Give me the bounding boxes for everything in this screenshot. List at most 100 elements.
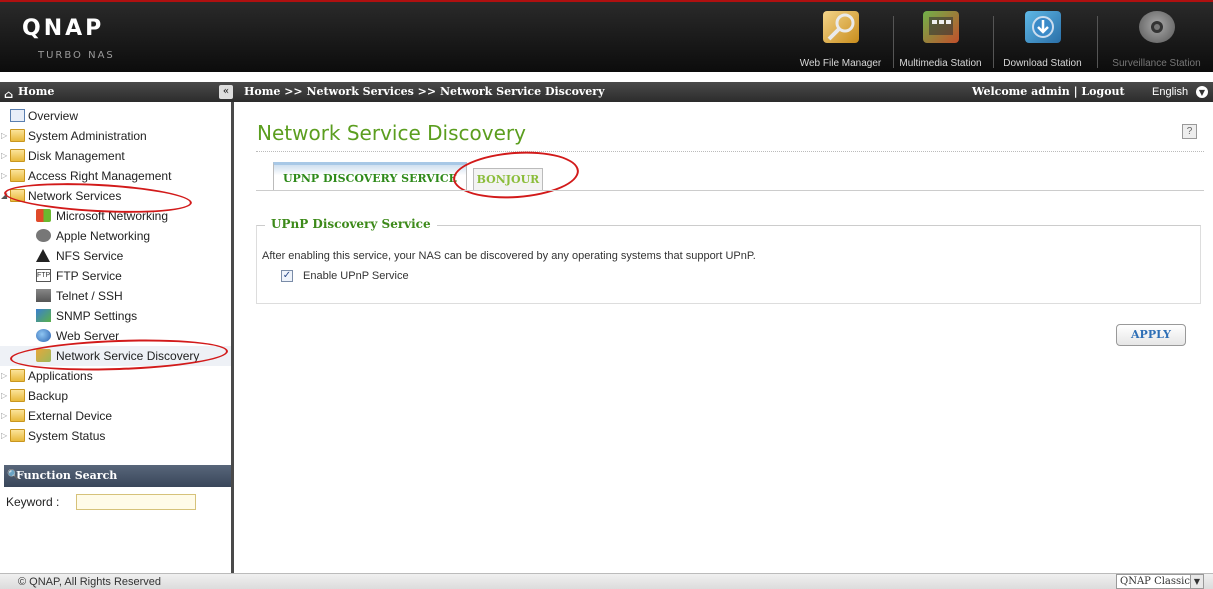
collapse-icon[interactable]: ◢ <box>1 186 9 206</box>
multimedia-station-icon <box>922 11 959 43</box>
navigation-bar: ⌂ Home « Home >> Network Services >> Net… <box>0 82 1213 102</box>
tab-upnp-discovery-service[interactable]: UPNP DISCOVERY SERVICE <box>273 162 467 191</box>
sidebar-item-label: Access Right Management <box>28 169 172 183</box>
sidebar-item-nfs-service[interactable]: NFS Service <box>0 246 231 266</box>
upnp-settings-panel: UPnP Discovery Service After enabling th… <box>256 217 1201 304</box>
sidebar-item-applications[interactable]: ▷ Applications <box>0 366 231 386</box>
footer: © QNAP, All Rights Reserved QNAP Classic… <box>0 573 1213 589</box>
collapse-sidebar-button[interactable]: « <box>219 85 233 99</box>
section-title: UPnP Discovery Service <box>265 217 437 231</box>
sidebar-item-label: Microsoft Networking <box>56 209 169 223</box>
tab-bonjour[interactable]: BONJOUR <box>473 168 543 191</box>
sidebar-item-microsoft-networking[interactable]: Microsoft Networking <box>0 206 231 226</box>
divider <box>1097 16 1098 68</box>
home-label: Home <box>18 85 55 98</box>
overview-icon <box>10 109 25 122</box>
sidebar-item-label: Network Service Discovery <box>56 349 200 363</box>
sidebar-item-network-service-discovery[interactable]: Network Service Discovery <box>0 346 231 366</box>
folder-icon <box>10 369 25 382</box>
globe-icon <box>36 329 51 342</box>
sidebar-item-label: System Administration <box>28 129 147 143</box>
sidebar: Overview ▷ System Administration ▷ Disk … <box>0 102 234 573</box>
expand-icon[interactable]: ▷ <box>1 386 9 406</box>
main-content: Network Service Discovery ? UPNP DISCOVE… <box>237 102 1213 573</box>
function-search-title: Function Search <box>16 469 118 482</box>
surveillance-station-icon <box>1138 11 1175 43</box>
multimedia-station-button[interactable]: Multimedia Station <box>888 2 993 74</box>
qnap-logo: QNAP <box>22 16 105 41</box>
expand-icon[interactable]: ▷ <box>1 166 9 186</box>
sidebar-item-ftp-service[interactable]: FTP FTP Service <box>0 266 231 286</box>
function-search-header: 🔍 Function Search <box>4 465 231 487</box>
breadcrumb[interactable]: Home >> Network Services >> Network Serv… <box>244 82 604 102</box>
sidebar-item-network-services[interactable]: ◢ Network Services <box>0 186 231 206</box>
sidebar-item-access-right-management[interactable]: ▷ Access Right Management <box>0 166 231 186</box>
sidebar-item-snmp-settings[interactable]: SNMP Settings <box>0 306 231 326</box>
sidebar-item-label: NFS Service <box>56 249 124 263</box>
app-label: Multimedia Station <box>899 58 982 69</box>
expand-icon[interactable]: ▷ <box>1 146 9 166</box>
welcome-logout-link[interactable]: Welcome admin | Logout <box>972 82 1125 102</box>
web-file-manager-button[interactable]: Web File Manager <box>788 2 893 74</box>
chevron-down-icon[interactable]: ▼ <box>1190 575 1203 588</box>
home-tab[interactable]: ⌂ Home <box>0 82 234 102</box>
chevron-down-icon[interactable]: ▼ <box>1196 86 1208 98</box>
keyword-input[interactable] <box>76 494 196 510</box>
surveillance-station-button[interactable]: Surveillance Station <box>1104 2 1209 74</box>
enable-upnp-label[interactable]: Enable UPnP Service <box>303 270 409 282</box>
sidebar-item-apple-networking[interactable]: Apple Networking <box>0 226 231 246</box>
search-icon: 🔍 <box>7 470 20 481</box>
app-label: Download Station <box>1003 58 1082 69</box>
download-station-button[interactable]: Download Station <box>990 2 1095 74</box>
ftp-icon: FTP <box>36 269 51 282</box>
sidebar-item-label: Backup <box>28 389 69 403</box>
navigation-tree: Overview ▷ System Administration ▷ Disk … <box>0 106 231 446</box>
network-icon <box>36 309 51 322</box>
section-description: After enabling this service, your NAS ca… <box>262 250 756 262</box>
app-label: Surveillance Station <box>1112 58 1201 69</box>
sidebar-item-backup[interactable]: ▷ Backup <box>0 386 231 406</box>
warning-triangle-icon <box>36 249 50 262</box>
sidebar-item-label: System Status <box>28 429 106 443</box>
theme-select[interactable]: QNAP Classic ▼ <box>1116 574 1204 589</box>
divider <box>256 151 1204 152</box>
folder-icon <box>10 149 25 162</box>
sidebar-item-label: Network Services <box>28 189 122 203</box>
web-file-manager-icon <box>822 11 859 43</box>
sidebar-item-disk-management[interactable]: ▷ Disk Management <box>0 146 231 166</box>
app-header: QNAP TURBO NAS Web File Manager Multimed… <box>0 0 1213 72</box>
sidebar-item-system-administration[interactable]: ▷ System Administration <box>0 126 231 146</box>
expand-icon[interactable]: ▷ <box>1 426 9 446</box>
language-selector[interactable]: English <box>1152 82 1188 102</box>
sidebar-item-label: Telnet / SSH <box>56 289 123 303</box>
sidebar-item-label: Overview <box>28 109 79 123</box>
expand-icon[interactable]: ▷ <box>1 366 9 386</box>
expand-icon[interactable]: ▷ <box>1 126 9 146</box>
copyright-text: © QNAP, All Rights Reserved <box>18 576 162 588</box>
theme-selected-value: QNAP Classic <box>1120 576 1190 587</box>
windows-icon <box>36 209 51 222</box>
folder-icon <box>10 129 25 142</box>
divider <box>256 190 1204 191</box>
sidebar-item-label: Applications <box>28 369 93 383</box>
help-icon[interactable]: ? <box>1182 124 1197 139</box>
apple-icon <box>36 229 51 242</box>
sidebar-item-label: FTP Service <box>56 269 122 283</box>
sidebar-item-external-device[interactable]: ▷ External Device <box>0 406 231 426</box>
enable-upnp-checkbox[interactable]: ✓ <box>281 270 293 282</box>
expand-icon[interactable]: ▷ <box>1 406 9 426</box>
sidebar-item-label: Disk Management <box>28 149 125 163</box>
sidebar-item-telnet-ssh[interactable]: Telnet / SSH <box>0 286 231 306</box>
keyword-label: Keyword : <box>6 495 60 509</box>
sidebar-item-overview[interactable]: Overview <box>0 106 231 126</box>
apply-button[interactable]: APPLY <box>1116 324 1186 346</box>
sidebar-item-web-server[interactable]: Web Server <box>0 326 231 346</box>
sidebar-item-label: Apple Networking <box>56 229 151 243</box>
folder-icon <box>10 389 25 402</box>
discovery-icon <box>36 349 51 362</box>
download-station-icon <box>1024 11 1061 43</box>
sidebar-item-label: Web Server <box>56 329 120 343</box>
sidebar-item-label: External Device <box>28 409 113 423</box>
sidebar-item-system-status[interactable]: ▷ System Status <box>0 426 231 446</box>
folder-icon <box>10 169 25 182</box>
